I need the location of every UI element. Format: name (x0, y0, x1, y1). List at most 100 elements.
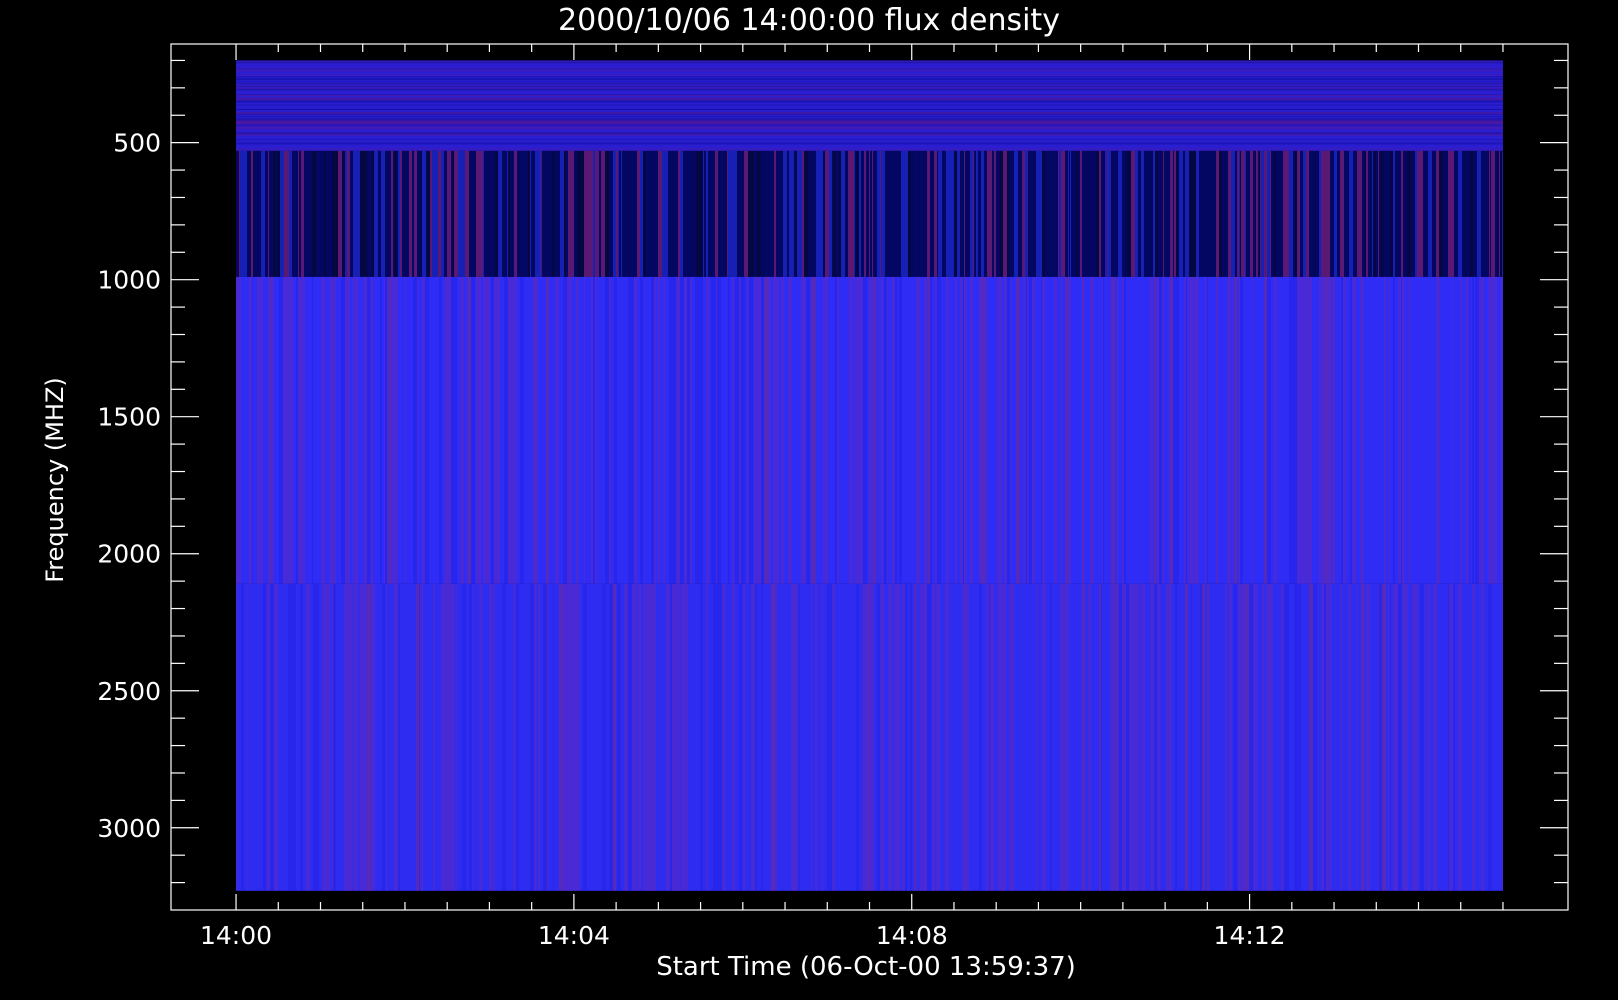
band-2-stripe (1357, 150, 1359, 277)
band-3-stripe (672, 276, 677, 584)
band-2-stripe (1216, 150, 1220, 277)
band-2-stripe (1499, 150, 1501, 277)
band-3-stripe (1207, 276, 1209, 584)
band-2-stripe (393, 150, 395, 277)
band-4-stripe (1119, 583, 1121, 891)
band-3-stripe (467, 276, 469, 584)
band-4-stripe (653, 583, 657, 891)
band-2-stripe (1400, 150, 1402, 277)
band-1-row (236, 61, 1503, 63)
band-4-stripe (945, 583, 950, 891)
band-2-stripe (735, 150, 737, 277)
band-2-stripe (905, 150, 909, 277)
band-2-stripe (974, 150, 977, 277)
band-4-stripe (832, 583, 836, 891)
band-2-stripe (1500, 150, 1503, 277)
band-4-stripe (1297, 583, 1302, 891)
band-4-stripe (1157, 583, 1161, 891)
band-4-stripe (1036, 583, 1038, 891)
band-3-stripe (1350, 276, 1353, 584)
band-2-stripe (316, 150, 320, 277)
band-2-stripe (994, 150, 997, 277)
band-4-stripe (761, 583, 764, 891)
band-4-stripe (1042, 583, 1047, 891)
band-2-stripe (954, 150, 958, 277)
band-2-stripe (650, 150, 654, 277)
band-2-stripe (802, 150, 805, 277)
band-4-stripe (300, 583, 304, 891)
band-2-stripe (282, 150, 285, 277)
band-2-stripe (712, 150, 716, 277)
band-2-stripe (662, 150, 667, 277)
band-2-stripe (1185, 150, 1190, 277)
band-4-stripe (479, 583, 483, 891)
band-4-stripe (353, 583, 355, 891)
band-2-stripe (350, 150, 354, 277)
band-2-stripe (1439, 150, 1444, 277)
band-3-stripe (690, 276, 693, 584)
band-4-stripe (322, 583, 325, 891)
band-3-stripe (312, 276, 314, 584)
band-3-stripe (476, 276, 478, 584)
band-2-stripe (1162, 150, 1164, 277)
band-4-stripe (1378, 583, 1380, 891)
band-4-stripe (543, 583, 548, 891)
band-4-stripe (367, 583, 372, 891)
band-2-stripe (1126, 150, 1128, 277)
band-3-stripe (1102, 276, 1104, 584)
band-2-stripe (1161, 150, 1163, 277)
band-3-stripe (1234, 276, 1238, 584)
band-3-stripe (901, 276, 903, 584)
band-3-stripe (329, 276, 333, 584)
band-3-stripe (1343, 276, 1347, 584)
band-3-stripe (960, 276, 964, 584)
band-3-stripe (462, 276, 465, 584)
band-1-row (236, 139, 1503, 141)
band-2-stripe (1080, 150, 1083, 277)
band-4-stripe (348, 583, 353, 891)
band-3-stripe (1162, 276, 1165, 584)
band-3-stripe (477, 276, 482, 584)
band-3-stripe (687, 276, 691, 584)
band-4-stripe (1229, 583, 1233, 891)
band-3-stripe (1004, 276, 1008, 584)
band-2-stripe (523, 150, 525, 277)
band-2-stripe (256, 150, 260, 277)
band-2-stripe (736, 150, 738, 277)
band-2-stripe (917, 150, 922, 277)
band-4-stripe (1393, 583, 1395, 891)
band-2-stripe (265, 150, 269, 277)
band-2-stripe (1375, 150, 1377, 277)
band-3-stripe (778, 276, 780, 584)
band-2-stripe (400, 150, 403, 277)
band-3-stripe (384, 276, 386, 584)
band-2-stripe (294, 150, 299, 277)
band-2-stripe (1443, 150, 1447, 277)
band-3-stripe (504, 276, 509, 584)
band-3-stripe (323, 276, 326, 584)
band-4-stripe (270, 583, 275, 891)
band-4-stripe (715, 583, 719, 891)
band-4-stripe (1286, 583, 1290, 891)
band-3-stripe (413, 276, 418, 584)
band-4-stripe (1413, 583, 1417, 891)
band-2-stripe (938, 150, 943, 277)
band-4-stripe (571, 583, 575, 891)
band-2-stripe (531, 150, 535, 277)
band-4-stripe (672, 583, 674, 891)
band-2-stripe (367, 150, 369, 277)
band-2-stripe (1288, 150, 1290, 277)
band-2-stripe (891, 150, 894, 277)
band-2-stripe (357, 150, 359, 277)
band-3-stripe (628, 276, 632, 584)
band-3-stripe (483, 276, 487, 584)
band-2-stripe (1122, 150, 1127, 277)
band-3-stripe (1188, 276, 1193, 584)
band-2-stripe (701, 150, 704, 277)
band-2-stripe (1282, 150, 1284, 277)
band-4-stripe (547, 583, 549, 891)
band-2-stripe (1158, 150, 1162, 277)
band-4-stripe (493, 583, 496, 891)
band-1-row (236, 78, 1503, 80)
band-2-stripe (458, 150, 463, 277)
